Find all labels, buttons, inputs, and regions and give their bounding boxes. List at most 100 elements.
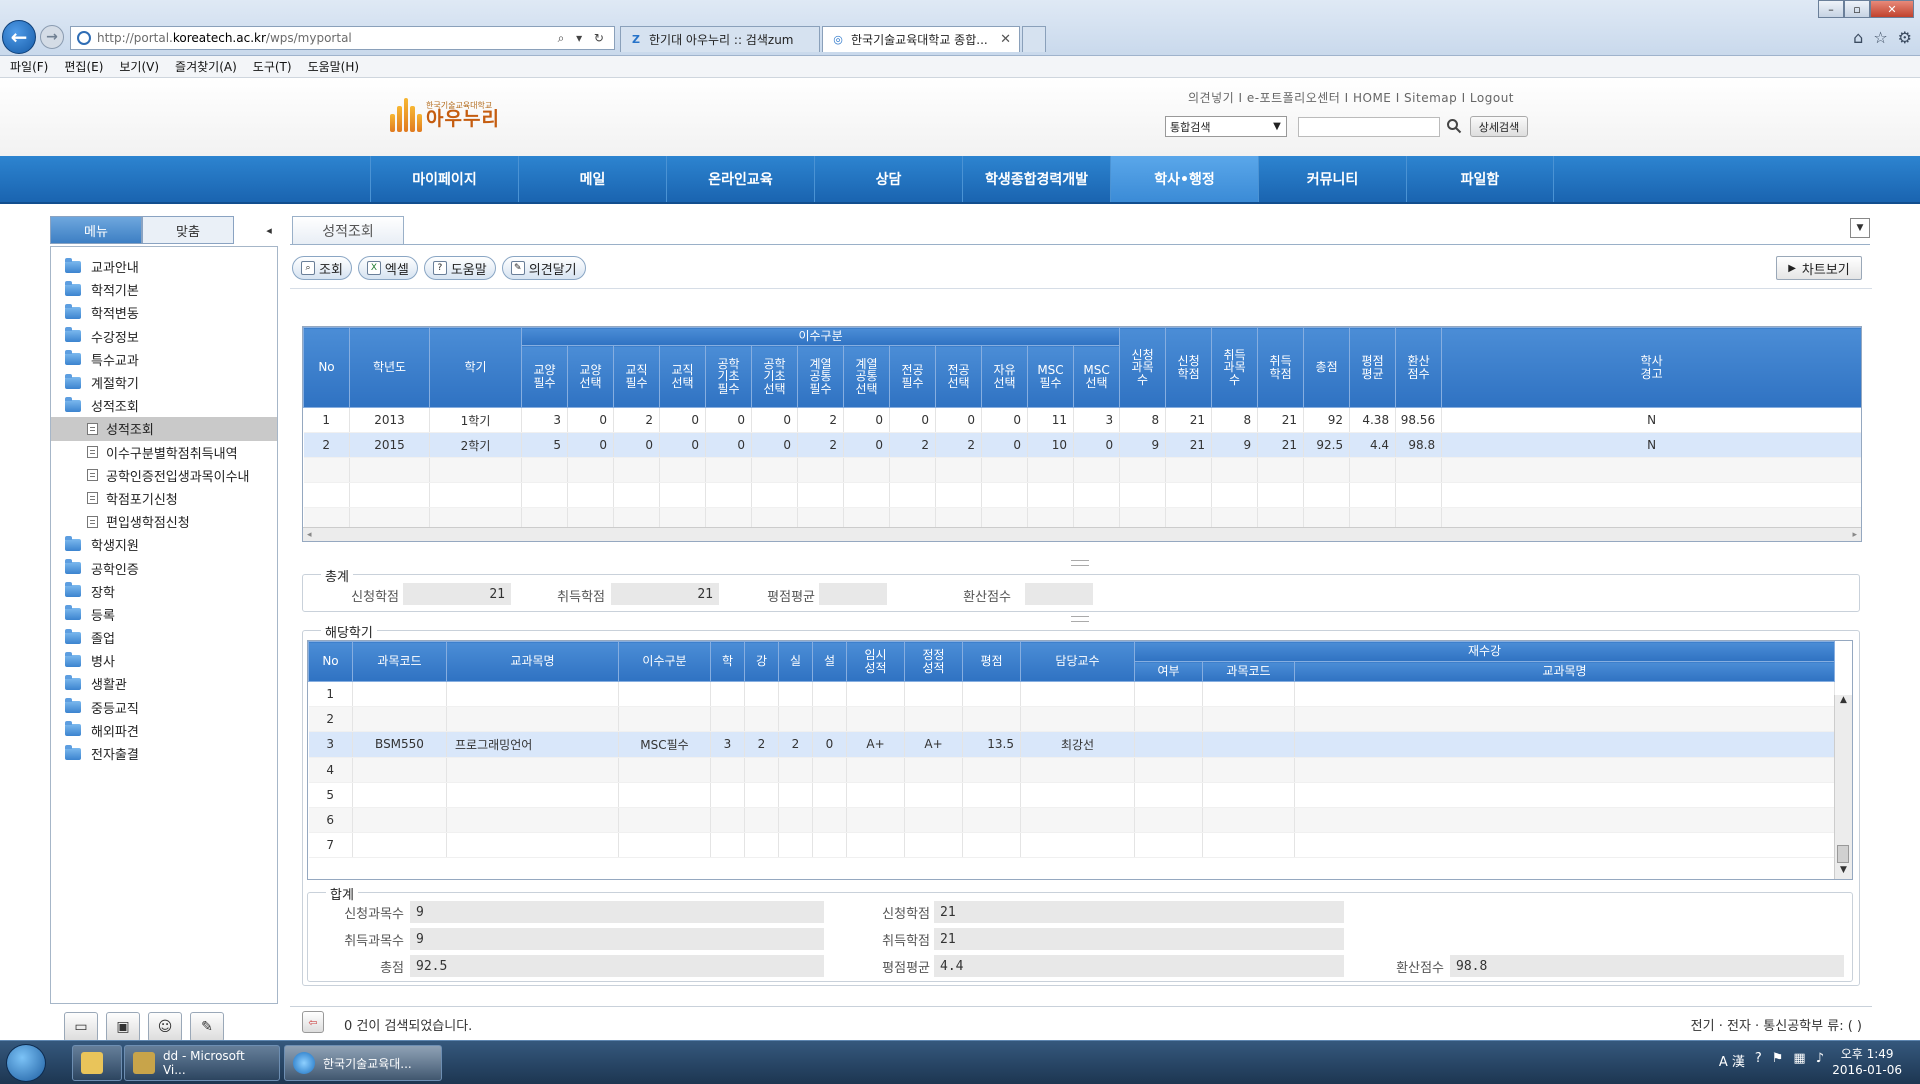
close-tab-icon[interactable]: ✕ (1000, 32, 1011, 47)
sidebar-item-1[interactable]: 학적기본 (51, 278, 277, 301)
nav-community[interactable]: 커뮤니티 (1258, 156, 1406, 202)
flag-icon[interactable]: ⚑ (1772, 1051, 1784, 1070)
menu-view[interactable]: 보기(V) (119, 58, 159, 75)
search-input[interactable] (1298, 117, 1440, 137)
clock[interactable]: 오후 1:49 2016-01-06 (1832, 1046, 1902, 1078)
sidebar-item-20[interactable]: 해외파견 (51, 719, 277, 742)
nav-counseling[interactable]: 상담 (814, 156, 962, 202)
address-bar[interactable]: http://portal.koreatech.ac.kr/wps/myport… (70, 26, 615, 50)
advanced-search-button[interactable]: 상세검색 (1470, 116, 1528, 137)
feedback-button[interactable]: ✎ 의견달기 (501, 256, 586, 280)
sidebar-item-4[interactable]: 특수교과 (51, 348, 277, 371)
cell-value: 3 (1073, 407, 1121, 433)
favorites-star-icon[interactable]: ☆ (1873, 28, 1887, 47)
network-icon[interactable]: ▦ (1793, 1051, 1805, 1070)
minimize-icon[interactable]: – (1818, 0, 1844, 18)
nav-academic[interactable]: 학사•행정 (1110, 156, 1258, 202)
maximize-icon[interactable]: ▫ (1844, 0, 1870, 18)
tools-icon[interactable]: ✎ (190, 1012, 224, 1042)
sidebar-item-14[interactable]: 장학 (51, 580, 277, 603)
table-row[interactable]: 3 BSM550 프로그래밍언어 MSC필수 3 2 2 0 A+ A+ 13.5 최강선 (308, 731, 1835, 758)
close-window-icon[interactable]: ✕ (1870, 0, 1914, 18)
search-refresh-icon[interactable]: ⌕ ▾ ↻ (558, 31, 608, 46)
chart-view-button[interactable]: ▶ 차트보기 (1776, 256, 1862, 280)
sidebar-item-15[interactable]: 등록 (51, 603, 277, 626)
sidebar-item-6[interactable]: 성적조회 (51, 394, 277, 417)
search-scope-select[interactable]: 통합검색 ▼ (1165, 116, 1287, 137)
table-row[interactable]: 1 (308, 681, 1835, 708)
new-tab-button[interactable] (1022, 26, 1046, 52)
nav-mypage[interactable]: 마이페이지 (370, 156, 518, 202)
query-button[interactable]: ⌕ 조회 (292, 256, 352, 280)
tab-grade-inquiry[interactable]: 성적조회 (292, 216, 404, 244)
sidebar-item-16[interactable]: 졸업 (51, 626, 277, 649)
menu-edit[interactable]: 편집(E) (64, 58, 103, 75)
sidebar-item-11[interactable]: 편입생학점신청 (51, 510, 277, 533)
sidebar-item-19[interactable]: 중등교직 (51, 696, 277, 719)
table-row[interactable]: 6 (308, 807, 1835, 834)
monitor-icon[interactable]: ▣ (106, 1012, 140, 1042)
table-row[interactable]: 1 2013 1학기 3 0 2 0 0 0 2 0 0 0 0 11 3 8 21 8 21 92 4.38 98.56 N (303, 407, 1861, 433)
cell-course-name: 프로그래밍언어 (446, 731, 619, 758)
table-row[interactable]: 7 (308, 832, 1835, 859)
nav-mail[interactable]: 메일 (518, 156, 666, 202)
vertical-scrollbar[interactable]: ▲ ▼ (1834, 695, 1852, 879)
search-icon[interactable] (1446, 118, 1462, 134)
ime-indicator[interactable]: A 漢 (1719, 1051, 1745, 1070)
sidebar-tab-menu[interactable]: 메뉴 (50, 216, 142, 244)
sidebar-item-5[interactable]: 계절학기 (51, 371, 277, 394)
horizontal-scrollbar[interactable]: ◂ ▸ (303, 527, 1861, 541)
sidebar-item-12[interactable]: 학생지원 (51, 533, 277, 556)
home-icon[interactable]: ⌂ (1853, 28, 1863, 47)
sidebar-item-3[interactable]: 수강정보 (51, 325, 277, 348)
nav-files[interactable]: 파일함 (1406, 156, 1554, 202)
table-row[interactable]: 4 (308, 757, 1835, 783)
taskbar-item-visio[interactable]: dd - Microsoft Vi... (124, 1045, 280, 1081)
help-tray-icon[interactable]: ? (1755, 1051, 1762, 1070)
splitter-handle[interactable] (1071, 616, 1089, 622)
exit-icon[interactable]: ⇦ (302, 1011, 324, 1033)
sidebar-item-9[interactable]: 공학인증전입생과목이수내 (51, 464, 277, 487)
sidebar-item-0[interactable]: 교과안내 (51, 255, 277, 278)
utility-links[interactable]: 의견넣기 I e-포트폴리오센터 I HOME I Sitemap I Logo… (1188, 89, 1514, 106)
table-row[interactable]: 2 2015 2학기 5 0 0 0 0 0 2 0 2 2 0 10 0 9 21 9 21 92.5 4.4 98.8 N (303, 432, 1861, 458)
sidebar-item-2[interactable]: 학적변동 (51, 301, 277, 324)
scroll-up-icon[interactable]: ▲ (1835, 695, 1852, 711)
nav-online-edu[interactable]: 온라인교육 (666, 156, 814, 202)
sidebar-item-13[interactable]: 공학인증 (51, 556, 277, 579)
start-button[interactable] (6, 1044, 46, 1082)
logo[interactable]: 한국기술교육대학교 아우누리 (390, 98, 500, 132)
sidebar-item-10[interactable]: 학점포기신청 (51, 487, 277, 510)
splitter-handle[interactable] (1071, 560, 1089, 566)
browser-tab-zum[interactable]: Z 한기대 아우누리 :: 검색zum (620, 26, 820, 52)
menu-favorites[interactable]: 즐겨찾기(A) (175, 58, 237, 75)
scrollbar-thumb[interactable] (1837, 845, 1849, 863)
user-search-icon[interactable]: ☺ (148, 1012, 182, 1042)
sidebar-item-21[interactable]: 전자출결 (51, 742, 277, 765)
printer-icon[interactable]: ▭ (64, 1012, 98, 1042)
excel-button[interactable]: X 엑셀 (357, 256, 418, 280)
nav-career[interactable]: 학생종합경력개발 (962, 156, 1110, 202)
scroll-down-icon[interactable]: ▼ (1835, 865, 1852, 879)
sidebar-item-17[interactable]: 병사 (51, 649, 277, 672)
table-row[interactable]: 2 (308, 706, 1835, 733)
menu-tools[interactable]: 도구(T) (253, 58, 292, 75)
taskbar-item-ie[interactable]: 한국기술교육대... (284, 1045, 442, 1081)
sidebar-item-18[interactable]: 생활관 (51, 672, 277, 695)
tab-list-dropdown-icon[interactable]: ▼ (1850, 218, 1870, 238)
sidebar-tab-custom[interactable]: 맞춤 (142, 216, 234, 244)
cell-points: 13.5 (962, 731, 1021, 758)
forward-button[interactable]: → (40, 25, 64, 49)
collapse-sidebar-icon[interactable]: ◂ (260, 220, 278, 240)
gear-icon[interactable]: ⚙ (1898, 28, 1912, 47)
sidebar-item-7[interactable]: 성적조회 (51, 417, 277, 441)
help-button[interactable]: ? 도움말 (423, 256, 496, 280)
explorer-taskbar-button[interactable] (72, 1045, 122, 1081)
table-row[interactable]: 5 (308, 782, 1835, 808)
back-button[interactable]: ← (2, 20, 36, 54)
volume-icon[interactable]: ♪ (1816, 1051, 1824, 1070)
sidebar-item-8[interactable]: 이수구분별학점취득내역 (51, 441, 277, 464)
menu-file[interactable]: 파일(F) (10, 58, 48, 75)
menu-help[interactable]: 도움말(H) (308, 58, 360, 75)
browser-tab-portal[interactable]: ◎ 한국기술교육대학교 종합... ✕ (822, 26, 1020, 52)
